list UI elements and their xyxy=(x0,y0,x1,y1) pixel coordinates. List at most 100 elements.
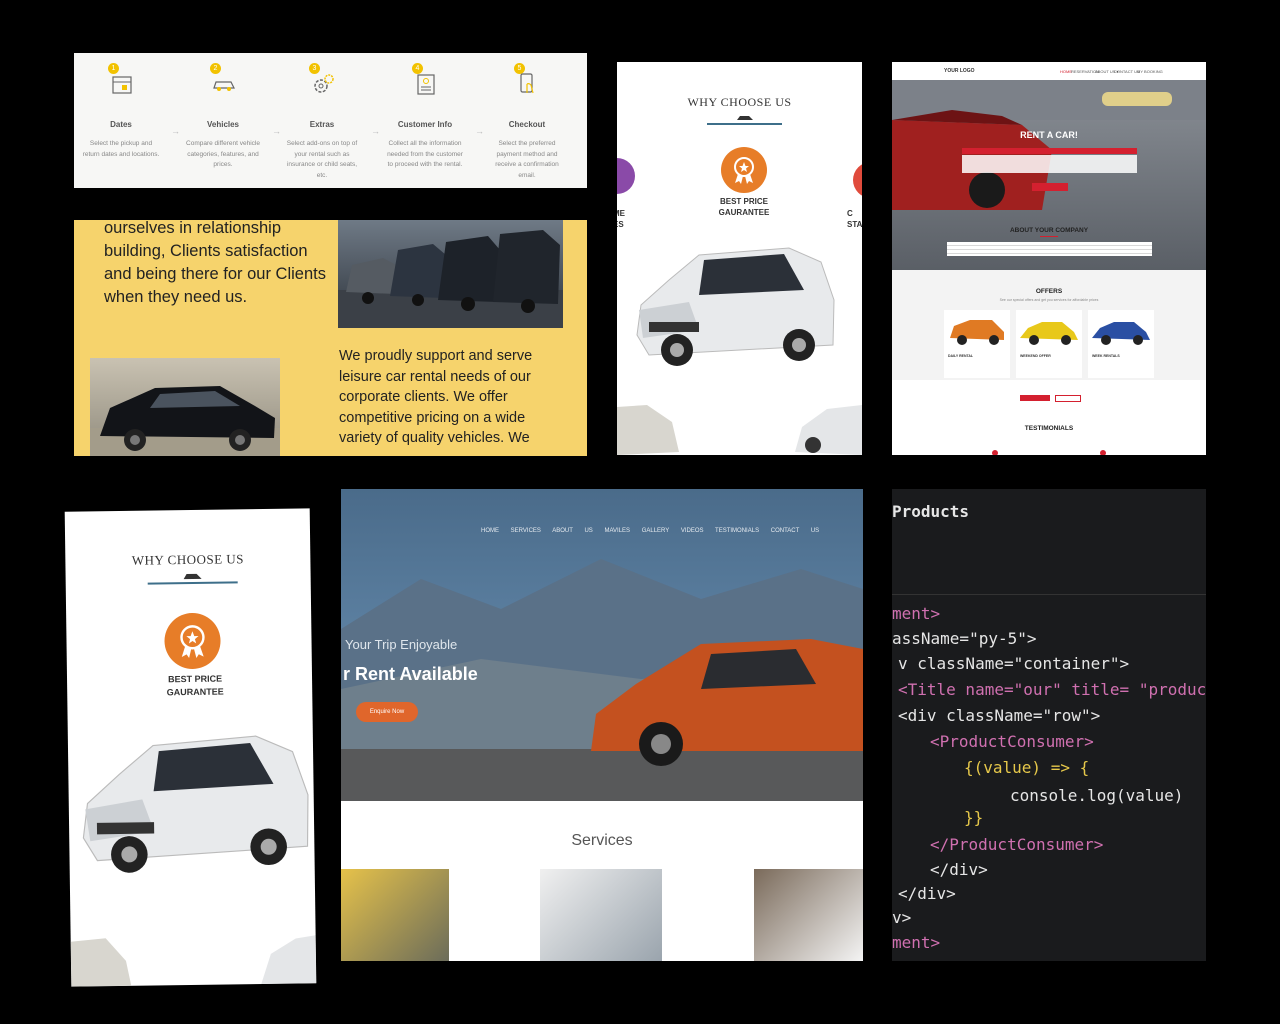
wedding-car-service-image[interactable] xyxy=(754,869,863,961)
offers-subtitle: See our special offers and get you servi… xyxy=(999,298,1099,302)
best-price-badge xyxy=(721,147,767,193)
step-title: Vehicles xyxy=(206,120,240,129)
nav-contact[interactable]: CONTACT US xyxy=(1114,69,1140,74)
step-desc: Compare different vehicle categories, fe… xyxy=(186,140,260,168)
code-text: </div> xyxy=(898,884,956,903)
partial-badge-left xyxy=(617,158,635,194)
code-line: }} xyxy=(964,808,983,827)
nav-my-booking[interactable]: MY BOOKING xyxy=(1137,69,1163,74)
code-line: <Title name="our" title= "product xyxy=(898,680,1206,699)
hero-title: RENT A CAR! xyxy=(1020,130,1078,140)
step-arrow-icon: → xyxy=(371,126,380,136)
search-form-header xyxy=(962,148,1137,154)
testimonial-avatar xyxy=(992,450,998,455)
testimonial-avatar xyxy=(1100,450,1106,455)
code-line: v> xyxy=(892,908,911,927)
taxi-service-image[interactable] xyxy=(341,869,449,961)
corporate-promo-panel: ourselves in relationship building, Clie… xyxy=(74,220,587,456)
calendar-icon xyxy=(112,76,132,94)
offer-card[interactable]: WEEKEND OFFER xyxy=(1016,310,1082,378)
offers-primary-button[interactable] xyxy=(1020,395,1050,401)
booking-steps-panel: 1 Dates Select the pickup and return dat… xyxy=(74,53,587,188)
code-text: </ProductConsumer> xyxy=(930,835,1104,854)
code-line: v className="container"> xyxy=(898,654,1129,673)
hero-headline: r Rent Available xyxy=(343,664,478,684)
step-title: Dates xyxy=(110,120,132,129)
step-title: Checkout xyxy=(508,120,546,129)
search-form[interactable] xyxy=(962,155,1137,173)
site-logo: YOUR LOGO xyxy=(944,68,975,74)
enquire-button[interactable]: Enquire Now xyxy=(356,702,418,722)
step-desc: Select add-ons on top of your rental suc… xyxy=(286,140,358,179)
partial-badge-right xyxy=(853,162,862,198)
offer-card[interactable]: DAILY RENTAL xyxy=(944,310,1010,378)
code-line: <ProductConsumer> xyxy=(930,732,1094,751)
why-choose-us-panel: WHY CHOOSE US ME ES BEST PRICE GAURANTEE… xyxy=(617,62,862,455)
search-button[interactable] xyxy=(1032,183,1068,191)
code-text: ment> xyxy=(892,604,941,623)
title-underline xyxy=(707,123,782,125)
code-text: ment> xyxy=(892,933,941,952)
why-choose-us-panel-2: WHY CHOOSE US BEST PRICE GAURANTEE xyxy=(64,508,317,987)
hero-banner: HOME SERVICES ABOUT US MAVILES GALLERY V… xyxy=(341,489,863,801)
code-text: v> xyxy=(892,908,912,927)
code-text: <Title name="our" title= "product xyxy=(898,680,1206,699)
id-card-icon xyxy=(417,74,435,95)
contact-topbar xyxy=(341,489,863,505)
editor-divider xyxy=(892,594,1206,595)
tap-phone-icon xyxy=(520,73,534,94)
code-text: <ProductConsumer> xyxy=(930,732,1094,751)
services-title: Services xyxy=(571,832,633,849)
code-text: }} xyxy=(964,808,984,827)
code-line: assName="py-5"> xyxy=(892,629,1037,648)
car-keys-service-image[interactable] xyxy=(540,869,662,961)
code-text: Products xyxy=(892,502,970,521)
code-line: {(value) => { xyxy=(964,758,1089,777)
code-line: ment> xyxy=(892,604,940,623)
code-line: Products xyxy=(892,502,969,521)
code-text: </div> xyxy=(930,860,988,879)
offer-card[interactable]: WEEK RENTALS xyxy=(1088,310,1154,378)
section-title: WHY CHOOSE US xyxy=(687,95,792,109)
code-line: </div> xyxy=(898,884,956,903)
partial-label-right: C STA xyxy=(847,209,862,229)
car-divider-icon xyxy=(737,116,753,120)
offer-name: WEEKEND OFFER xyxy=(1020,354,1051,358)
sedan-photo xyxy=(90,358,280,456)
about-text-lines xyxy=(947,242,1152,256)
gear-icon xyxy=(314,74,334,93)
white-minivan-image xyxy=(82,735,309,873)
offer-name: WEEK RENTALS xyxy=(1092,354,1120,358)
ribbon-award-icon xyxy=(180,625,205,659)
step-desc: Select the preferred payment method and … xyxy=(495,140,559,179)
offers-title: OFFERS xyxy=(1035,288,1063,295)
offers-secondary-button[interactable] xyxy=(1055,395,1081,402)
car-divider-icon xyxy=(183,573,202,580)
yellow-sedan-image xyxy=(1020,322,1078,345)
about-underline xyxy=(1040,236,1058,237)
offer-name: DAILY RENTAL xyxy=(948,354,974,358)
rent-a-car-website-panel: YOUR LOGO HOME RESERVATION ABOUT US ▾ CO… xyxy=(892,62,1206,455)
testimonials-title: TESTIMONIALS xyxy=(1024,425,1074,432)
about-title: ABOUT YOUR COMPANY xyxy=(1009,227,1089,234)
title-underline xyxy=(147,581,238,585)
orange-suv-image xyxy=(950,320,1004,345)
partial-cars-image xyxy=(617,405,862,455)
code-line: </div> xyxy=(930,860,988,879)
step-desc: Collect all the information needed from … xyxy=(387,140,463,168)
code-line: ment> xyxy=(892,933,940,952)
code-editor-panel: Products ment> assName="py-5"> v classNa… xyxy=(892,489,1206,961)
car-icon xyxy=(213,81,235,91)
badge-label: BEST PRICE GAURANTEE xyxy=(166,673,224,698)
code-line: <div className="row"> xyxy=(898,706,1100,725)
partial-label-left: ME ES xyxy=(617,209,625,229)
code-line: console.log(value) xyxy=(1010,786,1183,805)
code-text: console.log(value) xyxy=(1010,786,1184,805)
services-website-panel: HOME SERVICES ABOUT US MAVILES GALLERY V… xyxy=(341,489,863,961)
fleet-photo xyxy=(338,220,563,328)
blue-sedan-image xyxy=(1092,322,1150,345)
main-menu[interactable]: HOME SERVICES ABOUT US MAVILES GALLERY V… xyxy=(481,528,819,534)
partial-cars-image xyxy=(70,935,317,987)
best-price-badge xyxy=(164,612,221,670)
hero-tagline: Your Trip Enjoyable xyxy=(345,637,458,652)
